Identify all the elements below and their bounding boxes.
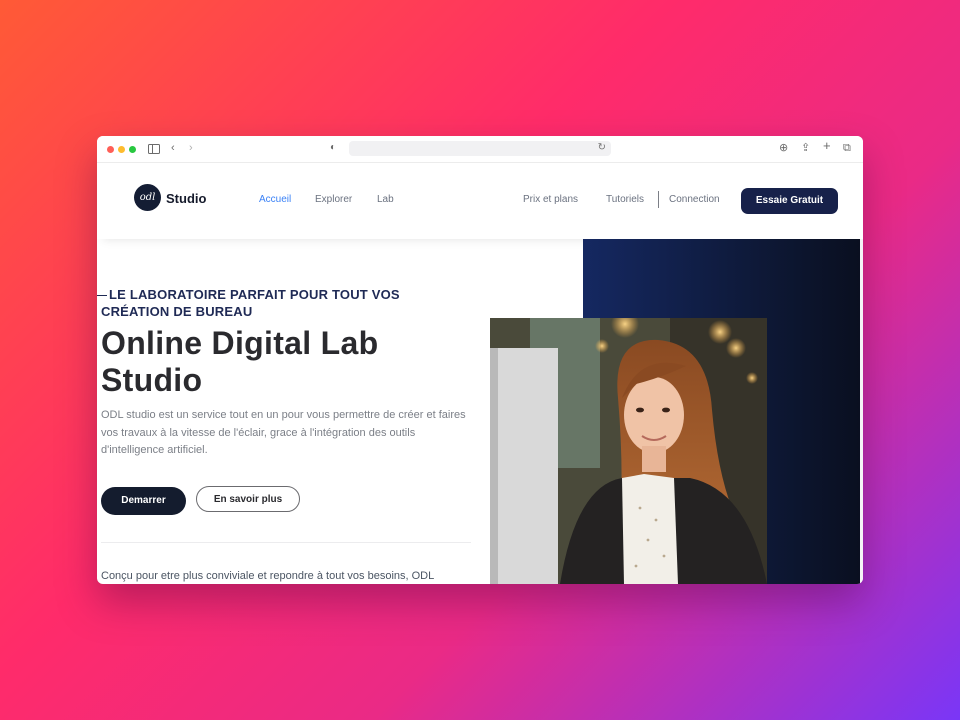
- close-window-button[interactable]: [107, 146, 114, 153]
- address-bar[interactable]: ↻: [349, 141, 611, 156]
- hero-description: ODL studio est un service tout en un pou…: [101, 409, 466, 456]
- hero-edge-strip: [860, 239, 863, 584]
- demarrer-button[interactable]: Demarrer: [101, 487, 186, 515]
- share-icon[interactable]: ⇪: [801, 141, 810, 155]
- hero-title: Online Digital Lab Studio: [101, 325, 471, 399]
- nav-accueil[interactable]: Accueil: [259, 194, 291, 205]
- hero-photo-illustration: [490, 318, 767, 584]
- browser-window: ‹ › ◐ ↻ ⊕ ⇪ + ⧉ odl Studio Accueil Explo…: [97, 136, 863, 584]
- hero-divider: [101, 542, 471, 543]
- back-icon[interactable]: ‹: [171, 141, 175, 155]
- nav-prix-et-plans[interactable]: Prix et plans: [523, 194, 578, 205]
- hero-title-line-2: Studio: [101, 362, 203, 398]
- hero-tagline: LE LABORATOIRE PARFAIT POUR TOUT VOS CRÉ…: [97, 286, 457, 320]
- tagline-dash: [97, 294, 107, 297]
- nav-tutoriels[interactable]: Tutoriels: [606, 194, 644, 205]
- browser-toolbar: ‹ › ◐ ↻ ⊕ ⇪ + ⧉: [97, 136, 863, 163]
- tagline-line-1: LE LABORATOIRE PARFAIT POUR TOUT VOS: [109, 287, 400, 302]
- logo-icon[interactable]: odl: [134, 184, 161, 211]
- tab-overview-icon[interactable]: ⧉: [843, 141, 851, 155]
- forward-icon[interactable]: ›: [189, 141, 193, 155]
- hero-title-line-1: Online Digital Lab: [101, 325, 379, 361]
- new-tab-icon[interactable]: +: [823, 139, 831, 153]
- nav-lab[interactable]: Lab: [377, 194, 394, 205]
- nav-divider: [658, 191, 659, 208]
- reload-icon[interactable]: ↻: [598, 142, 606, 153]
- essaie-gratuit-button[interactable]: Essaie Gratuit: [741, 188, 838, 214]
- hero-photo: [490, 318, 767, 584]
- maximize-window-button[interactable]: [129, 146, 136, 153]
- download-icon[interactable]: ⊕: [779, 141, 788, 155]
- logo-text[interactable]: Studio: [166, 191, 206, 206]
- nav-connection[interactable]: Connection: [669, 194, 720, 205]
- sidebar-toggle-icon[interactable]: [148, 144, 160, 154]
- minimize-window-button[interactable]: [118, 146, 125, 153]
- en-savoir-plus-button[interactable]: En savoir plus: [196, 486, 300, 512]
- hero-bottom-text: Conçu pour etre plus conviviale et repon…: [101, 570, 435, 582]
- shield-icon[interactable]: ◐: [330, 141, 336, 155]
- nav-explorer[interactable]: Explorer: [315, 194, 352, 205]
- tagline-line-2: CRÉATION DE BUREAU: [101, 304, 253, 319]
